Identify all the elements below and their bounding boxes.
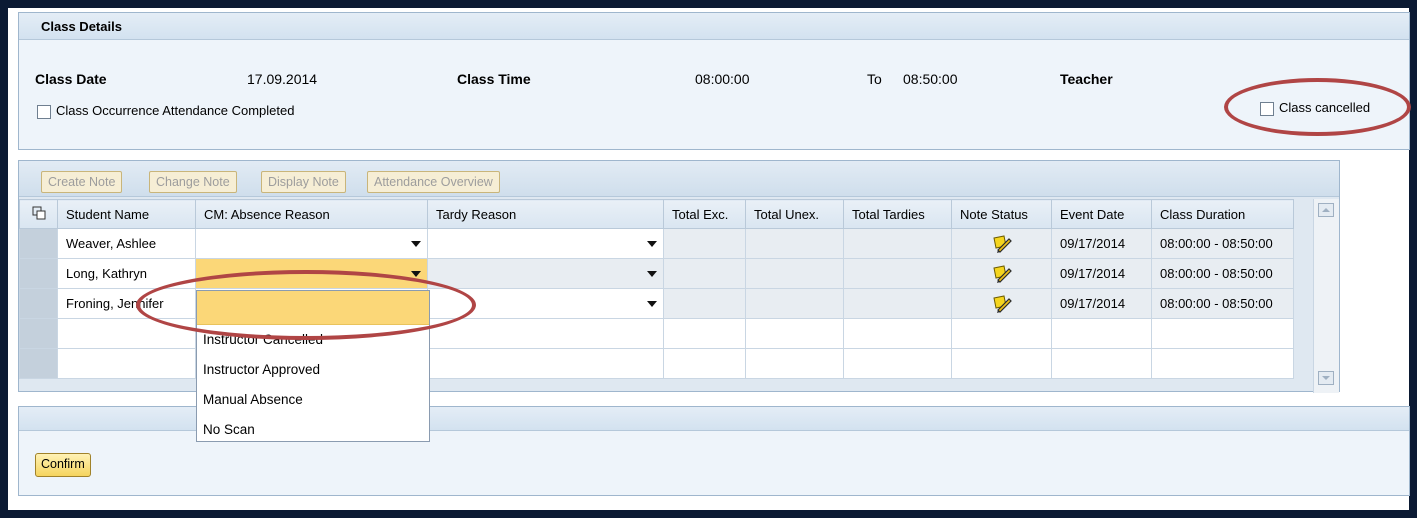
row-selector[interactable] xyxy=(19,228,58,259)
attendance-overview-button[interactable]: Attendance Overview xyxy=(367,171,500,193)
chevron-down-icon xyxy=(647,241,657,247)
to-label: To xyxy=(867,71,882,87)
tardy-reason-dropdown[interactable] xyxy=(427,288,664,319)
scroll-down-icon[interactable] xyxy=(1318,371,1334,385)
total-exc-cell xyxy=(663,288,746,319)
note-status-cell[interactable] xyxy=(951,258,1052,289)
select-all-icon[interactable] xyxy=(19,199,58,229)
empty-cell xyxy=(663,318,746,349)
chevron-down-icon xyxy=(411,271,421,277)
row-selector[interactable] xyxy=(19,288,58,319)
total-tardies-cell xyxy=(843,258,952,289)
class-date-value: 17.09.2014 xyxy=(247,71,318,87)
student-name-cell: Froning, Jennifer xyxy=(57,288,196,319)
confirm-button[interactable]: Confirm xyxy=(35,453,91,477)
vertical-scrollbar[interactable] xyxy=(1313,199,1339,393)
col-total-unex[interactable]: Total Unex. xyxy=(745,199,844,229)
row-selector xyxy=(19,318,58,349)
empty-cell xyxy=(745,318,844,349)
empty-cell xyxy=(57,348,196,379)
option-manual-absence[interactable]: Manual Absence xyxy=(197,385,429,415)
class-cancelled-row: Class cancelled xyxy=(1260,100,1370,116)
col-total-exc[interactable]: Total Exc. xyxy=(663,199,746,229)
absence-reason-listbox: Instructor Cancelled Instructor Approved… xyxy=(196,290,430,442)
chevron-down-icon xyxy=(647,271,657,277)
note-pencil-icon[interactable] xyxy=(991,234,1013,254)
col-student-name[interactable]: Student Name xyxy=(57,199,196,229)
class-details-panel: Class Details Class Date 17.09.2014 Clas… xyxy=(18,12,1410,150)
total-unex-cell xyxy=(745,228,844,259)
note-pencil-icon[interactable] xyxy=(991,264,1013,284)
scroll-up-icon[interactable] xyxy=(1318,203,1334,217)
display-note-button[interactable]: Display Note xyxy=(261,171,346,193)
event-date-cell: 09/17/2014 xyxy=(1051,288,1152,319)
col-note-status[interactable]: Note Status xyxy=(951,199,1052,229)
col-absence-reason[interactable]: CM: Absence Reason xyxy=(195,199,428,229)
empty-cell xyxy=(951,348,1052,379)
empty-cell xyxy=(843,348,952,379)
total-exc-cell xyxy=(663,258,746,289)
attendance-completed-label: Class Occurrence Attendance Completed xyxy=(56,103,295,118)
class-time-end: 08:50:00 xyxy=(903,71,958,87)
class-time-label: Class Time xyxy=(457,71,531,87)
empty-cell xyxy=(57,318,196,349)
class-duration-cell: 08:00:00 - 08:50:00 xyxy=(1151,288,1294,319)
class-duration-cell: 08:00:00 - 08:50:00 xyxy=(1151,258,1294,289)
create-note-button[interactable]: Create Note xyxy=(41,171,123,193)
empty-cell xyxy=(663,348,746,379)
option-instructor-cancelled[interactable]: Instructor Cancelled xyxy=(197,325,429,355)
empty-cell xyxy=(951,318,1052,349)
col-tardy-reason[interactable]: Tardy Reason xyxy=(427,199,664,229)
option-no-scan[interactable]: No Scan xyxy=(197,415,429,445)
total-tardies-cell xyxy=(843,288,952,319)
empty-cell xyxy=(1151,348,1294,379)
row-selector xyxy=(19,348,58,379)
table-header-row: Student Name CM: Absence Reason Tardy Re… xyxy=(19,199,1294,229)
grid-toolbar: Create Note Change Note Display Note Att… xyxy=(19,161,1339,197)
empty-cell xyxy=(1051,348,1152,379)
blank-option[interactable] xyxy=(197,291,429,325)
absence-reason-dropdown[interactable] xyxy=(195,258,428,289)
change-note-button[interactable]: Change Note xyxy=(149,171,237,193)
note-status-cell[interactable] xyxy=(951,288,1052,319)
empty-cell xyxy=(1151,318,1294,349)
empty-cell xyxy=(427,318,664,349)
col-total-tardies[interactable]: Total Tardies xyxy=(843,199,952,229)
total-unex-cell xyxy=(745,258,844,289)
col-event-date[interactable]: Event Date xyxy=(1051,199,1152,229)
table-row: Weaver, Ashlee 09/17/2014 08:00:00 - 08:… xyxy=(19,228,1294,259)
tardy-reason-dropdown[interactable] xyxy=(427,228,664,259)
class-date-label: Class Date xyxy=(35,71,107,87)
attendance-completed-row: Class Occurrence Attendance Completed xyxy=(37,103,294,119)
event-date-cell: 09/17/2014 xyxy=(1051,228,1152,259)
class-details-header: Class Details xyxy=(19,13,1409,40)
class-cancelled-checkbox[interactable] xyxy=(1260,101,1274,116)
class-duration-cell: 08:00:00 - 08:50:00 xyxy=(1151,228,1294,259)
chevron-down-icon xyxy=(411,241,421,247)
table-row: Long, Kathryn 09/17/2014 08:00:00 - 08:5… xyxy=(19,258,1294,289)
option-instructor-approved[interactable]: Instructor Approved xyxy=(197,355,429,385)
row-selector[interactable] xyxy=(19,258,58,289)
chevron-down-icon xyxy=(647,301,657,307)
total-exc-cell xyxy=(663,228,746,259)
empty-cell xyxy=(427,348,664,379)
class-cancelled-label: Class cancelled xyxy=(1279,100,1371,115)
col-class-duration[interactable]: Class Duration xyxy=(1151,199,1294,229)
empty-cell xyxy=(843,318,952,349)
event-date-cell: 09/17/2014 xyxy=(1051,258,1152,289)
absence-reason-dropdown[interactable] xyxy=(195,228,428,259)
total-unex-cell xyxy=(745,288,844,319)
class-time-start: 08:00:00 xyxy=(695,71,750,87)
student-name-cell: Long, Kathryn xyxy=(57,258,196,289)
empty-cell xyxy=(745,348,844,379)
total-tardies-cell xyxy=(843,228,952,259)
attendance-completed-checkbox[interactable] xyxy=(37,104,51,119)
teacher-label: Teacher xyxy=(1060,71,1113,87)
student-name-cell: Weaver, Ashlee xyxy=(57,228,196,259)
empty-cell xyxy=(1051,318,1152,349)
note-status-cell[interactable] xyxy=(951,228,1052,259)
note-pencil-icon[interactable] xyxy=(991,294,1013,314)
tardy-reason-dropdown[interactable] xyxy=(427,258,664,289)
